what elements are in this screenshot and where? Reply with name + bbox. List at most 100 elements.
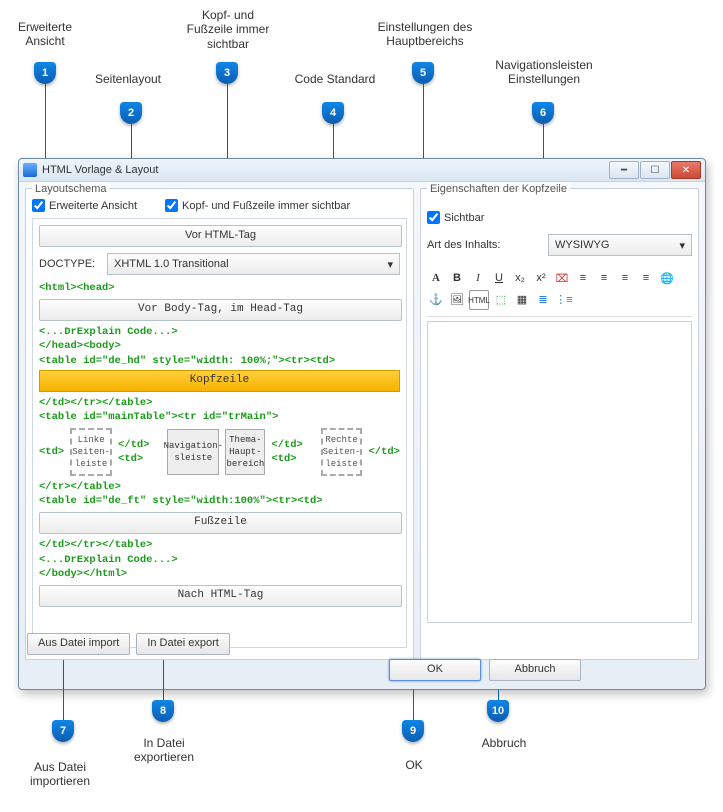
code-table-ft: <table id="de_ft" style="width:100%"><tr… [39,494,400,508]
callout-2-badge: 2 [120,102,142,124]
html-icon[interactable]: HTML [469,290,489,310]
editor-area[interactable] [427,321,692,623]
left-sidebar-box[interactable]: Linke Seiten-leiste [70,428,112,476]
callout-7-line [63,660,64,720]
extended-view-input[interactable] [32,199,45,212]
content-type-value: WYSIWYG [555,239,609,251]
sichtbar-label: Sichtbar [444,212,484,224]
code-head-close: </head><body> [39,339,400,353]
callout-9-line [413,690,414,720]
app-icon [23,163,37,177]
td-close-2: </td><td> [271,438,314,466]
content-type-label: Art des Inhalts: [427,239,500,251]
code-body-close: </body></html> [39,567,400,581]
before-html-button[interactable]: Vor HTML-Tag [39,225,402,247]
callout-10-label: Abbruch [474,736,534,750]
titlebar[interactable]: HTML Vorlage & Layout ━ ☐ ✕ [19,159,705,182]
doctype-label: DOCTYPE: [39,258,99,270]
link-icon[interactable]: 🌐 [658,269,676,287]
layout-schema-box: Vor HTML-Tag DOCTYPE: XHTML 1.0 Transiti… [32,218,407,648]
code-drexplain-1: <...DrExplain Code...> [39,325,400,339]
td-close-3: </td> [368,445,400,459]
callout-2-label: Seitenlayout [88,72,168,86]
callout-1-badge: 1 [34,62,56,84]
code-table-hd-close: </td></tr></table> [39,396,400,410]
minimize-button[interactable]: ━ [609,161,639,179]
extended-view-label: Erweiterte Ansicht [49,200,137,212]
layout-cells-row: <td> Linke Seiten-leiste </td><td> Navig… [39,428,400,476]
subscript-icon[interactable]: x₂ [511,269,529,287]
code-main-table: <table id="mainTable"><tr id="trMain"> [39,410,400,424]
callout-1-label: Erweiterte Ansicht [10,20,80,49]
callout-6-label: Navigationsleisten Einstellungen [484,58,604,87]
align-center-icon[interactable]: ≡ [595,269,613,287]
maximize-button[interactable]: ☐ [640,161,670,179]
callout-7-badge: 7 [52,720,74,742]
extended-view-checkbox[interactable]: Erweiterte Ansicht [32,199,137,212]
window-title: HTML Vorlage & Layout [42,164,609,176]
sichtbar-checkbox[interactable]: Sichtbar [427,211,484,224]
callout-8-badge: 8 [152,700,174,722]
code-html-head: <html><head> [39,281,400,295]
main-area-box[interactable]: Thema-Haupt-bereich [225,429,265,475]
callout-10-line [498,690,499,700]
header-footer-always-checkbox[interactable]: Kopf- und Fußzeile immer sichtbar [165,199,350,212]
after-html-button[interactable]: Nach HTML-Tag [39,585,402,607]
right-sidebar-box[interactable]: Rechte Seiten-leiste [321,428,363,476]
clear-format-icon[interactable]: ⌧ [553,269,571,287]
cancel-button[interactable]: Abbruch [489,659,581,681]
dialog-window: HTML Vorlage & Layout ━ ☐ ✕ Layoutschema… [18,158,706,690]
underline-icon[interactable]: U [490,269,508,287]
header-footer-always-input[interactable] [165,199,178,212]
layout-group-title: Layoutschema [32,183,110,195]
callout-5-label: Einstellungen des Hauptbereichs [370,20,480,49]
callout-8-line [163,660,164,700]
chevron-down-icon: ▾ [679,239,685,252]
nav-sidebar-box[interactable]: Navigation-sleiste [167,429,219,475]
ok-button[interactable]: OK [389,659,481,681]
unordered-list-icon[interactable]: ⋮≡ [555,290,573,308]
doctype-value: XHTML 1.0 Transitional [114,258,229,270]
close-button[interactable]: ✕ [671,161,701,179]
callout-6-badge: 6 [532,102,554,124]
header-footer-always-label: Kopf- und Fußzeile immer sichtbar [182,200,350,212]
callout-4-label: Code Standard [290,72,380,86]
import-button[interactable]: Aus Datei import [27,633,130,655]
callout-3-label: Kopf- und Fußzeile immer sichtbar [178,8,278,51]
right-group-title: Eigenschaften der Kopfzeile [427,183,570,195]
before-body-button[interactable]: Vor Body-Tag, im Head-Tag [39,299,402,321]
right-pane: Eigenschaften der Kopfzeile Sichtbar Art… [420,188,699,660]
align-justify-icon[interactable]: ≡ [637,269,655,287]
callout-9-label: OK [394,758,434,772]
variable-icon[interactable]: ⬚ [492,290,510,308]
font-icon[interactable]: A [427,269,445,287]
code-drexplain-2: <...DrExplain Code...> [39,553,400,567]
callout-10-badge: 10 [487,700,509,722]
image-icon[interactable]: 🖼 [448,290,466,308]
code-main-close: </tr></table> [39,480,400,494]
editor-toolbar: A B I U x₂ x² ⌧ ≡ ≡ ≡ ≡ 🌐 ⚓ 🖼 HTML ⬚ ▦ ≣… [427,266,692,317]
callout-3-badge: 3 [216,62,238,84]
export-button[interactable]: In Datei export [136,633,230,655]
callout-4-badge: 4 [322,102,344,124]
chevron-down-icon: ▾ [387,258,393,271]
code-table-hd: <table id="de_hd" style="width: 100%;"><… [39,354,400,368]
bold-icon[interactable]: B [448,269,466,287]
td-close-1: </td><td> [118,438,161,466]
sichtbar-input[interactable] [427,211,440,224]
callout-8-label: In Datei exportieren [124,736,204,765]
italic-icon[interactable]: I [469,269,487,287]
kopfzeile-button[interactable]: Kopfzeile [39,370,400,392]
anchor-icon[interactable]: ⚓ [427,290,445,308]
content-type-select[interactable]: WYSIWYG ▾ [548,234,692,256]
fusszeile-button[interactable]: Fußzeile [39,512,402,534]
align-right-icon[interactable]: ≡ [616,269,634,287]
doctype-select[interactable]: XHTML 1.0 Transitional ▾ [107,253,400,275]
ordered-list-icon[interactable]: ≣ [534,290,552,308]
align-left-icon[interactable]: ≡ [574,269,592,287]
table-icon[interactable]: ▦ [513,290,531,308]
callout-7-label: Aus Datei importieren [20,760,100,789]
code-table-ft-close: </td></tr></table> [39,538,400,552]
superscript-icon[interactable]: x² [532,269,550,287]
left-pane: Layoutschema Erweiterte Ansicht Kopf- un… [25,188,414,660]
